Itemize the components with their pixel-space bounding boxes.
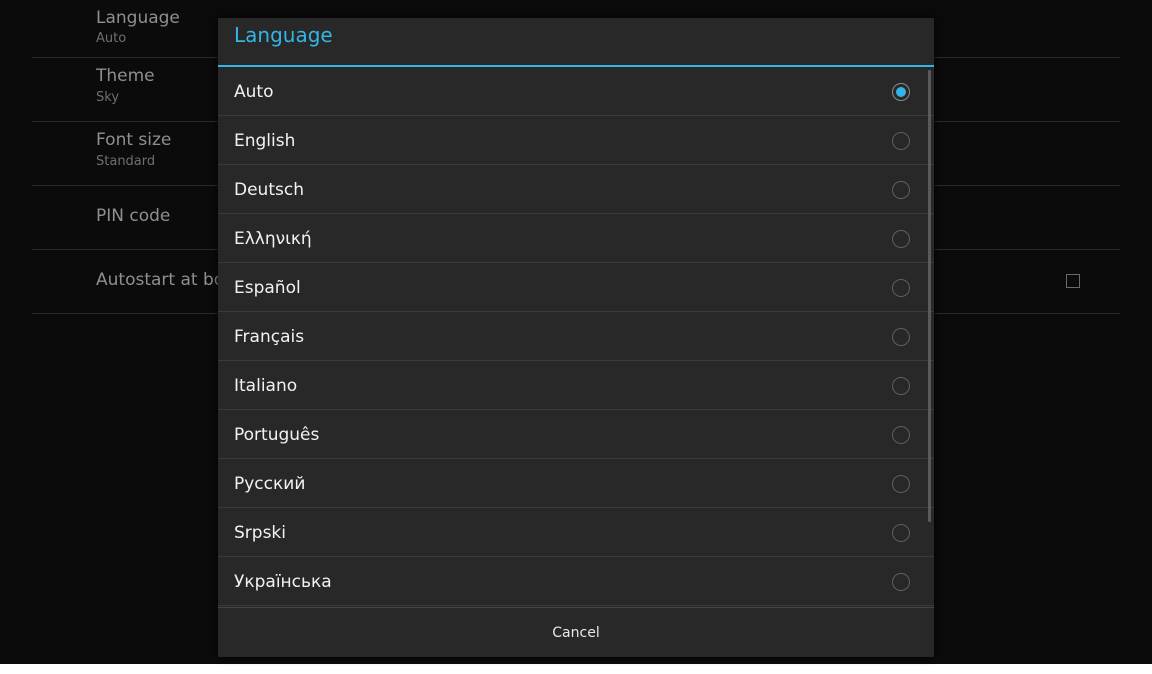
option-label: Português (234, 425, 320, 445)
option-label: Українська (234, 572, 332, 592)
radio-icon[interactable] (892, 230, 910, 248)
radio-icon[interactable] (892, 328, 910, 346)
radio-icon[interactable] (892, 475, 910, 493)
language-option[interactable]: Français (218, 312, 934, 361)
language-option[interactable]: Português (218, 410, 934, 459)
radio-icon[interactable] (892, 181, 910, 199)
language-option[interactable]: Español (218, 263, 934, 312)
option-label: English (234, 131, 296, 151)
language-option[interactable]: Deutsch (218, 165, 934, 214)
option-label: Français (234, 327, 305, 347)
radio-icon[interactable] (892, 573, 910, 591)
option-label: Italiano (234, 376, 298, 396)
dialog-title: Language (234, 23, 333, 47)
pref-title: Font size (96, 130, 172, 150)
radio-checked-icon[interactable] (892, 83, 910, 101)
language-option[interactable]: Українська (218, 557, 934, 606)
option-label: Русский (234, 474, 306, 494)
list-scrollbar[interactable] (928, 70, 931, 522)
radio-icon[interactable] (892, 132, 910, 150)
radio-icon[interactable] (892, 377, 910, 395)
language-option[interactable]: Русский (218, 459, 934, 508)
option-label: Srpski (234, 523, 286, 543)
language-option[interactable]: Auto (218, 67, 934, 116)
option-label: Deutsch (234, 180, 304, 200)
option-label: Español (234, 278, 301, 298)
radio-icon[interactable] (892, 524, 910, 542)
pref-title: Language (96, 8, 180, 28)
language-option[interactable]: Italiano (218, 361, 934, 410)
language-option[interactable]: Ελληνική (218, 214, 934, 263)
language-option[interactable]: English (218, 116, 934, 165)
cancel-button[interactable]: Cancel (218, 608, 934, 657)
pref-summary: Sky (96, 90, 120, 105)
pref-title: PIN code (96, 206, 171, 226)
language-option[interactable]: Srpski (218, 508, 934, 557)
language-dialog: Language Auto English Deutsch Ελληνική E… (218, 18, 934, 657)
radio-icon[interactable] (892, 426, 910, 444)
pref-title: Autostart at boo (96, 270, 235, 290)
pref-summary: Standard (96, 154, 156, 169)
radio-icon[interactable] (892, 279, 910, 297)
bottom-strip (0, 664, 1152, 674)
option-label: Auto (234, 82, 274, 102)
pref-title: Theme (96, 66, 155, 86)
autostart-checkbox[interactable] (1066, 274, 1080, 288)
pref-summary: Auto (96, 31, 127, 46)
option-label: Ελληνική (234, 229, 312, 249)
language-options-list[interactable]: Auto English Deutsch Ελληνική Español Fr… (218, 67, 934, 607)
